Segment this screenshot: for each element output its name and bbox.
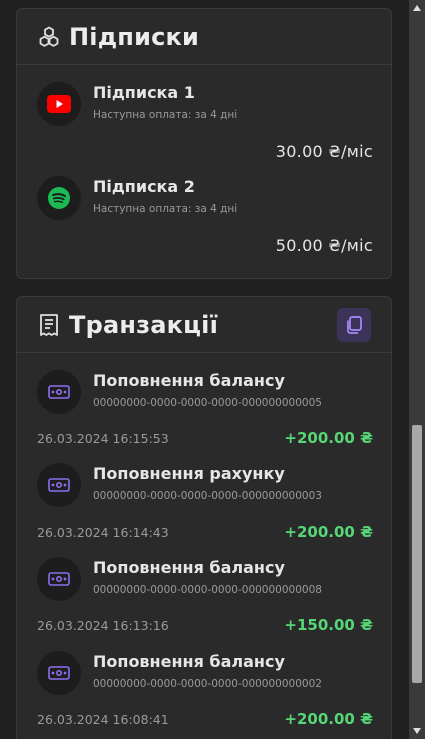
scroll-down-button[interactable] — [409, 723, 425, 739]
transaction-amount: +200.00 ₴ — [284, 710, 373, 728]
transaction-id: 00000000-0000-0000-0000-000000000008 — [93, 584, 322, 596]
caret-up-icon — [413, 5, 421, 11]
money-icon — [37, 557, 81, 601]
transaction-date: 26.03.2024 16:13:16 — [37, 618, 169, 633]
transaction-title: Поповнення балансу — [93, 558, 285, 577]
copy-button[interactable] — [337, 308, 371, 342]
transactions-title: Транзакції — [69, 310, 218, 339]
subscriptions-card: Підписки Підписка 1 Наступна оплата: за … — [16, 8, 392, 279]
subscriptions-title: Підписки — [69, 22, 200, 51]
money-icon — [37, 463, 81, 507]
subscription-name: Підписка 1 — [93, 83, 195, 102]
transaction-id: 00000000-0000-0000-0000-000000000002 — [93, 678, 322, 690]
subscriptions-header: Підписки — [17, 9, 391, 65]
transaction-date: 26.03.2024 16:15:53 — [37, 431, 169, 446]
subscription-price: 30.00 ₴/міс — [275, 142, 373, 161]
copy-icon — [344, 315, 364, 335]
transaction-amount: +200.00 ₴ — [284, 523, 373, 541]
transaction-title: Поповнення балансу — [93, 652, 285, 671]
transaction-date: 26.03.2024 16:08:41 — [37, 712, 169, 727]
transaction-title: Поповнення балансу — [93, 371, 285, 390]
youtube-icon — [37, 82, 81, 126]
scroll-up-button[interactable] — [409, 0, 425, 16]
spotify-icon — [37, 176, 81, 220]
transactions-card: Транзакції Поповнення балансу 00000000-0… — [16, 296, 392, 739]
caret-down-icon — [413, 728, 421, 734]
transaction-id: 00000000-0000-0000-0000-000000000005 — [93, 397, 322, 409]
transactions-header: Транзакції — [17, 297, 391, 353]
subscription-next-payment: Наступна оплата: за 4 дні — [93, 109, 238, 121]
scrollbar-thumb[interactable] — [412, 425, 422, 683]
transaction-amount: +150.00 ₴ — [284, 616, 373, 634]
receipt-icon — [37, 313, 61, 337]
scrollbar[interactable] — [409, 0, 425, 739]
subscription-next-payment: Наступна оплата: за 4 дні — [93, 203, 238, 215]
transaction-id: 00000000-0000-0000-0000-000000000003 — [93, 490, 322, 502]
subscription-name: Підписка 2 — [93, 177, 195, 196]
transaction-date: 26.03.2024 16:14:43 — [37, 525, 169, 540]
transaction-amount: +200.00 ₴ — [284, 429, 373, 447]
money-icon — [37, 370, 81, 414]
cubes-icon — [37, 25, 61, 49]
money-icon — [37, 651, 81, 695]
subscription-price: 50.00 ₴/міс — [275, 236, 373, 255]
transaction-title: Поповнення рахунку — [93, 464, 285, 483]
